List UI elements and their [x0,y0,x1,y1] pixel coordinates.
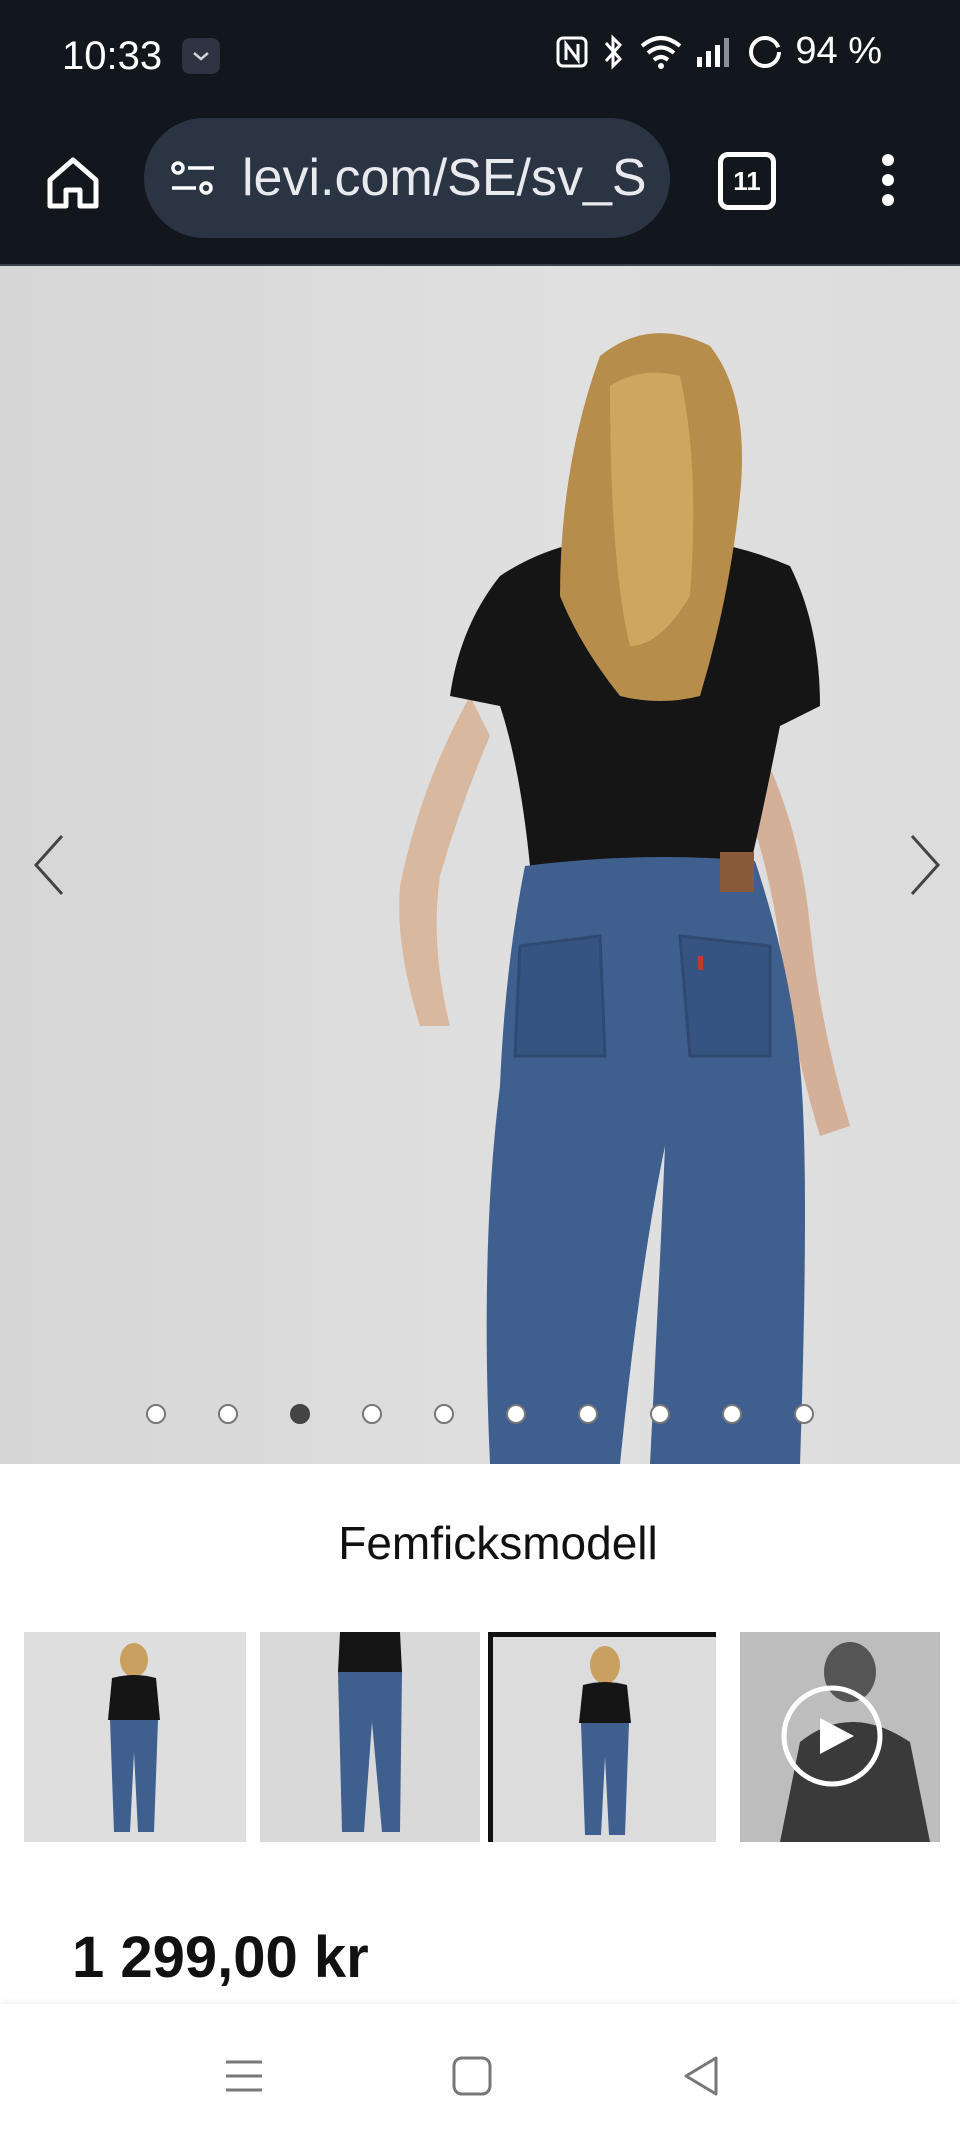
tune-icon[interactable] [170,158,216,198]
thumbnail-video[interactable] [740,1632,940,1842]
status-indicators: 94 % [555,30,882,73]
system-navigation-bar [0,2004,960,2144]
carousel-dot[interactable] [506,1404,526,1424]
carousel-dot[interactable] [434,1404,454,1424]
address-bar[interactable]: levi.com/SE/sv_S [144,118,670,238]
carousel-dot[interactable] [650,1404,670,1424]
url-text: levi.com/SE/sv_S [242,149,647,207]
battery-percentage: 94 % [795,30,882,72]
play-icon[interactable] [780,1684,884,1793]
carousel-dot[interactable] [362,1404,382,1424]
chevron-right-icon[interactable] [906,832,946,898]
status-bar: 10:33 94 % [0,0,960,112]
product-title: Femficksmodell [338,1517,658,1569]
more-vert-icon[interactable] [872,150,904,210]
carousel-dot-active[interactable] [290,1404,310,1424]
carousel-dot[interactable] [218,1404,238,1424]
carousel-dot[interactable] [794,1404,814,1424]
tab-switcher-button[interactable]: 11 [718,152,776,210]
mail-notification-icon [182,38,220,74]
signal-icon [695,35,735,69]
thumbnail-back-selected[interactable] [488,1632,716,1842]
recents-icon[interactable] [222,2054,266,2098]
product-photo [399,333,850,1464]
carousel-dot[interactable] [578,1404,598,1424]
wifi-icon [639,34,683,70]
thumbnail-side[interactable] [260,1632,480,1842]
carousel-dot[interactable] [722,1404,742,1424]
home-nav-icon[interactable] [450,2054,494,2098]
nfc-icon [555,35,589,69]
home-icon[interactable] [40,150,106,216]
browser-toolbar: levi.com/SE/sv_S 11 [0,112,960,266]
battery-icon [747,34,783,70]
status-time: 10:33 [62,34,163,78]
carousel-indicators [0,1404,960,1432]
thumbnail-front[interactable] [24,1632,246,1842]
back-icon[interactable] [680,2054,724,2098]
bluetooth-icon [601,33,627,71]
carousel-dot[interactable] [146,1404,166,1424]
product-image-carousel[interactable] [0,266,960,1464]
chevron-left-icon[interactable] [30,832,70,898]
product-price: 1 299,00 kr [72,1925,369,1990]
